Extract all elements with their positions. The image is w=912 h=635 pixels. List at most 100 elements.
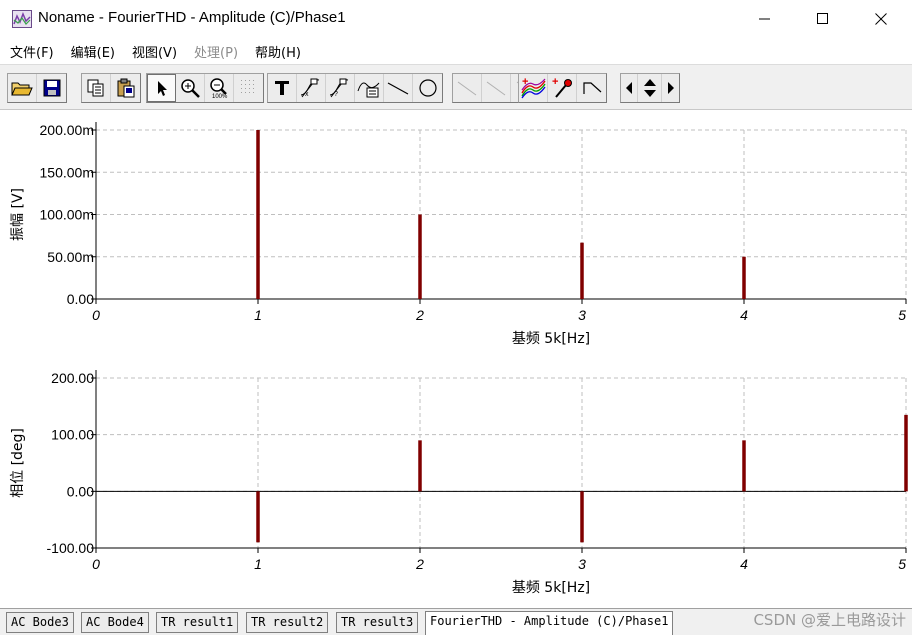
- app-icon: [12, 10, 32, 28]
- svg-text:?: ?: [334, 91, 338, 98]
- circle-icon: [418, 79, 437, 97]
- grid-button[interactable]: [234, 74, 263, 102]
- file-tool-group: [7, 73, 67, 103]
- svg-text:x: x: [305, 91, 309, 98]
- zoom-100-button[interactable]: 100%: [205, 74, 234, 102]
- phase-y-tick-label: 0.00: [67, 483, 94, 499]
- grid-icon: [240, 80, 254, 93]
- svg-text:+: +: [552, 76, 558, 88]
- amp-y-tick-label: 150.00m: [40, 164, 94, 180]
- pointer-button[interactable]: [147, 74, 176, 102]
- copy-icon: [87, 79, 104, 97]
- phase-y-tick-label: 100.00: [51, 427, 94, 443]
- text-button[interactable]: [268, 74, 297, 102]
- cursor-marker-button[interactable]: x: [297, 74, 326, 102]
- phase-x-tick-label: 0: [92, 556, 100, 572]
- phase-x-tick-label: 3: [578, 556, 586, 572]
- scroll-up-down-icon: [643, 79, 656, 97]
- tab-tr-result2[interactable]: TR result2: [246, 612, 329, 633]
- pointer-icon: [157, 81, 167, 96]
- diagonal-line2-icon: [486, 81, 506, 96]
- amp-x-tick-label: 5: [898, 307, 906, 323]
- open-folder-icon: [11, 82, 33, 96]
- minimize-button[interactable]: [736, 0, 794, 38]
- tab-ac-bode4[interactable]: AC Bode4: [81, 612, 149, 633]
- minimize-icon: [759, 18, 770, 20]
- tab-fourier-thd[interactable]: FourierTHD - Amplitude (C)/Phase1: [425, 611, 674, 635]
- phase-y-tick-label: 200.00: [51, 370, 94, 386]
- curve-label-icon: [357, 82, 380, 98]
- copy-button[interactable]: [82, 74, 111, 102]
- phase-x-tick-label: 2: [415, 556, 424, 572]
- add-probe-button[interactable]: +: [548, 74, 577, 102]
- phase-y-tick-label: -100.00: [47, 540, 95, 556]
- zoom-in-icon: [181, 79, 200, 98]
- phase-x-axis-label: 基频 5k[Hz]: [512, 579, 590, 596]
- maximize-icon: [817, 13, 828, 24]
- scroll-tool-group: [620, 73, 680, 103]
- tab-tr-result1[interactable]: TR result1: [156, 612, 239, 633]
- phase-y-axis-label: 相位 [deg]: [10, 428, 26, 498]
- phase-x-tick-label: 1: [254, 556, 262, 572]
- diagonal-line2-button[interactable]: [482, 74, 511, 102]
- close-icon: [875, 13, 887, 25]
- cursor-marker2-button[interactable]: ?: [326, 74, 355, 102]
- amp-y-tick-label: 50.00m: [47, 249, 94, 265]
- zoom-100-icon: 100%: [210, 78, 228, 99]
- amp-y-axis-label: 振幅 [V]: [10, 188, 26, 241]
- tab-tr-result3[interactable]: TR result3: [336, 612, 419, 633]
- line-button[interactable]: [384, 74, 413, 102]
- plot-canvas[interactable]: 0.00 50.00m 100.00m 150.00m 200.00m 0 1 2 3 4 5 基频 …: [0, 110, 912, 608]
- zoom-in-button[interactable]: [176, 74, 205, 102]
- scroll-right-button[interactable]: [662, 74, 679, 102]
- add-trace-icon: +: [521, 76, 546, 99]
- trace-tool-group: + +: [518, 73, 607, 103]
- close-button[interactable]: [852, 0, 910, 38]
- menu-view[interactable]: 视图(V): [132, 42, 177, 61]
- amp-x-tick-label: 1: [254, 307, 262, 323]
- paste-icon: [117, 78, 134, 98]
- watermark: CSDN @爱上电路设计: [753, 611, 906, 629]
- save-button[interactable]: [37, 74, 66, 102]
- maximize-button[interactable]: [794, 0, 852, 38]
- annotation-tool-group: x ?: [267, 73, 443, 103]
- tab-ac-bode3[interactable]: AC Bode3: [6, 612, 74, 633]
- diagonal-line-button[interactable]: [453, 74, 482, 102]
- view-tool-group: 100%: [146, 73, 264, 103]
- cursor-marker-icon: x: [300, 78, 320, 98]
- menu-help[interactable]: 帮助(H): [255, 42, 301, 61]
- step-icon: [582, 82, 601, 94]
- window-title: Noname - FourierTHD - Amplitude (C)/Phas…: [38, 9, 346, 26]
- phase-x-tick-label: 5: [898, 556, 906, 572]
- amp-x-tick-label: 0: [92, 307, 100, 323]
- amp-x-tick-label: 4: [740, 307, 748, 323]
- circle-button[interactable]: [413, 74, 442, 102]
- line-icon: [387, 82, 409, 95]
- scroll-right-icon: [667, 82, 674, 94]
- add-trace-button[interactable]: +: [519, 74, 548, 102]
- phase-x-tick-label: 4: [740, 556, 748, 572]
- menu-file[interactable]: 文件(F): [10, 42, 54, 61]
- toolbar: 100% x ? + +: [0, 64, 912, 110]
- menu-edit[interactable]: 编辑(E): [71, 42, 115, 61]
- menu-bar: 文件(F) 编辑(E) 视图(V) 处理(P) 帮助(H): [0, 38, 912, 64]
- scroll-left-button[interactable]: [621, 74, 638, 102]
- diagonal-line-icon: [457, 81, 477, 96]
- cursor-marker2-icon: ?: [329, 78, 349, 98]
- amp-x-axis-label: 基频 5k[Hz]: [512, 330, 590, 347]
- amp-y-tick-label: 0.00: [67, 291, 94, 307]
- open-button[interactable]: [8, 74, 37, 102]
- add-probe-icon: +: [552, 76, 572, 98]
- svg-text:100%: 100%: [212, 94, 228, 99]
- amp-x-tick-label: 2: [415, 307, 424, 323]
- scroll-up-down-button[interactable]: [638, 74, 662, 102]
- save-icon: [43, 79, 60, 97]
- title-bar: Noname - FourierTHD - Amplitude (C)/Phas…: [0, 0, 912, 38]
- amp-y-tick-label: 200.00m: [40, 122, 94, 138]
- paste-button[interactable]: [111, 74, 140, 102]
- menu-process[interactable]: 处理(P): [194, 42, 238, 61]
- text-icon: [275, 81, 289, 95]
- curve-label-button[interactable]: [355, 74, 384, 102]
- step-button[interactable]: [577, 74, 606, 102]
- scroll-left-icon: [626, 82, 632, 94]
